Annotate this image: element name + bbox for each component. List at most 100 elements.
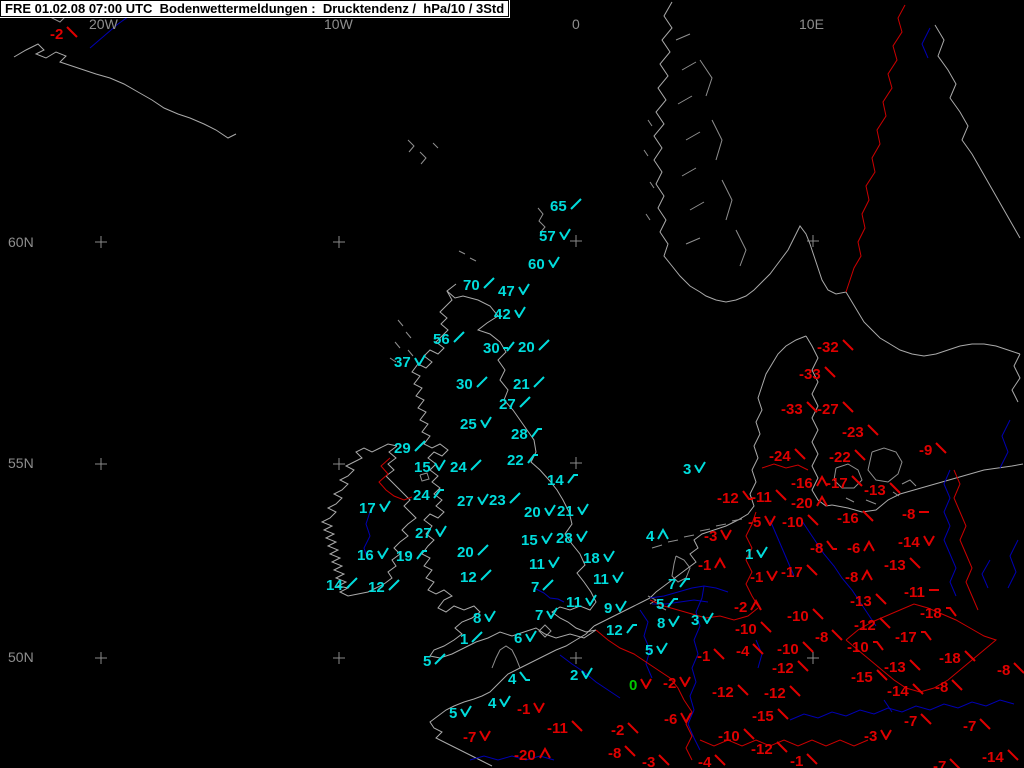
tendency-value: -6 (664, 711, 678, 728)
tendency-symbol-icon (479, 569, 492, 581)
tendency-value: 16 (357, 547, 374, 564)
tendency-symbol-icon (658, 754, 671, 766)
coastline-iceland (13, 43, 237, 139)
station-report: -14 (887, 683, 924, 699)
station-report: 4 (488, 695, 512, 711)
station-report: -14 (898, 535, 935, 550)
tendency-symbol-icon (542, 579, 555, 591)
tendency-symbol-icon (788, 685, 801, 697)
tendency-value: -12 (764, 685, 786, 702)
tendency-symbol-icon (668, 615, 681, 627)
tendency-symbol-icon (656, 642, 669, 654)
grid-cross-icon (95, 652, 107, 664)
tendency-value: 30 (456, 376, 473, 393)
station-report: -1 (517, 702, 546, 717)
coastline-sweden-se (1011, 353, 1021, 403)
tendency-symbol-icon (452, 331, 465, 343)
tendency-symbol-icon (434, 653, 447, 665)
station-report: 20 (518, 339, 550, 355)
station-report: 7 (531, 579, 555, 595)
station-report: -2 (734, 599, 763, 615)
tendency-value: -16 (837, 510, 859, 527)
longitude-label: 20W (89, 16, 118, 32)
tendency-value: -10 (787, 608, 809, 625)
station-report: 21 (557, 503, 589, 519)
station-report: 5 (645, 642, 669, 658)
weather-map-screen: FRE 01.02.08 07:00 UTC Bodenwettermeldun… (0, 0, 1024, 768)
station-report: -10 (735, 621, 772, 637)
frisian-island (667, 539, 679, 543)
tendency-value: -3 (864, 728, 878, 745)
tendency-symbol-icon (796, 660, 809, 672)
tendency-symbol-icon (484, 610, 497, 622)
fjord (689, 201, 705, 211)
station-report: 57 (539, 228, 571, 244)
tendency-value: 70 (463, 277, 480, 294)
grid-cross-icon (570, 652, 582, 664)
tendency-value: -7 (933, 758, 947, 768)
station-report: -8 (815, 629, 844, 645)
station-report: -18 (920, 606, 957, 621)
station-report: 14 (547, 473, 579, 488)
station-report: -13 (864, 482, 901, 499)
tendency-symbol-icon (742, 728, 755, 740)
orkney (458, 250, 466, 255)
island-ruegen (901, 479, 917, 487)
tendency-symbol-icon (530, 428, 542, 438)
latitude-label: 60N (8, 234, 34, 250)
tendency-value: 17 (359, 500, 376, 517)
tendency-value: -1 (750, 569, 764, 586)
station-report: -8 (935, 679, 964, 695)
station-report: -11 (751, 489, 787, 505)
tendency-symbol-icon (806, 514, 819, 526)
tendency-symbol-icon (525, 630, 538, 642)
border-norway-sweden (845, 4, 906, 293)
station-report: 24 (450, 459, 482, 475)
station-report: 30 (456, 376, 488, 393)
tendency-symbol-icon (538, 747, 551, 759)
station-report: -1 (698, 557, 727, 574)
coastline-ireland (320, 443, 417, 597)
tendency-symbol-icon (720, 529, 733, 540)
station-report: -1 (697, 648, 726, 664)
tendency-value: 3 (683, 461, 692, 478)
coastline-faroes-3 (432, 142, 439, 149)
tendency-symbol-icon (805, 401, 818, 413)
tendency-value: 28 (511, 426, 528, 443)
tendency-value: -10 (847, 639, 869, 656)
station-report: -4 (698, 754, 727, 768)
station-report: 11 (566, 594, 597, 610)
grid-cross-icon (570, 457, 582, 469)
station-report: -24 (769, 448, 806, 464)
tendency-value: -12 (751, 741, 773, 758)
tendency-value: 24 (413, 487, 430, 504)
station-report: -33 (799, 366, 836, 382)
tendency-value: -32 (817, 339, 839, 356)
tendency-symbol-icon (863, 540, 876, 552)
station-report: -3 (704, 529, 733, 544)
station-report: -20 (791, 495, 828, 511)
grid-cross-icon (333, 458, 345, 470)
station-report: 2 (570, 667, 594, 684)
coastline-faroes (407, 139, 415, 153)
station-report: -8 (902, 507, 930, 522)
tendency-value: 12 (606, 622, 623, 639)
station-report: -8 (997, 662, 1024, 678)
tendency-value: -16 (791, 475, 813, 492)
station-report: -2 (663, 676, 692, 691)
tendency-value: 1 (745, 546, 754, 563)
station-report: -15 (752, 708, 789, 724)
tendency-value: -2 (50, 26, 64, 43)
tendency-value: -10 (777, 641, 799, 658)
tendency-symbol-icon (482, 277, 495, 289)
hebrides (394, 341, 401, 349)
tendency-value: -1 (698, 557, 712, 574)
tendency-value: 11 (593, 571, 609, 588)
tendency-value: -13 (864, 482, 886, 499)
river-east-1 (999, 419, 1011, 469)
tendency-value: -18 (920, 605, 942, 622)
station-report: 8 (657, 615, 681, 631)
tendency-value: -14 (898, 534, 920, 551)
station-report: -8 (608, 745, 637, 761)
tendency-value: 2 (570, 667, 579, 684)
